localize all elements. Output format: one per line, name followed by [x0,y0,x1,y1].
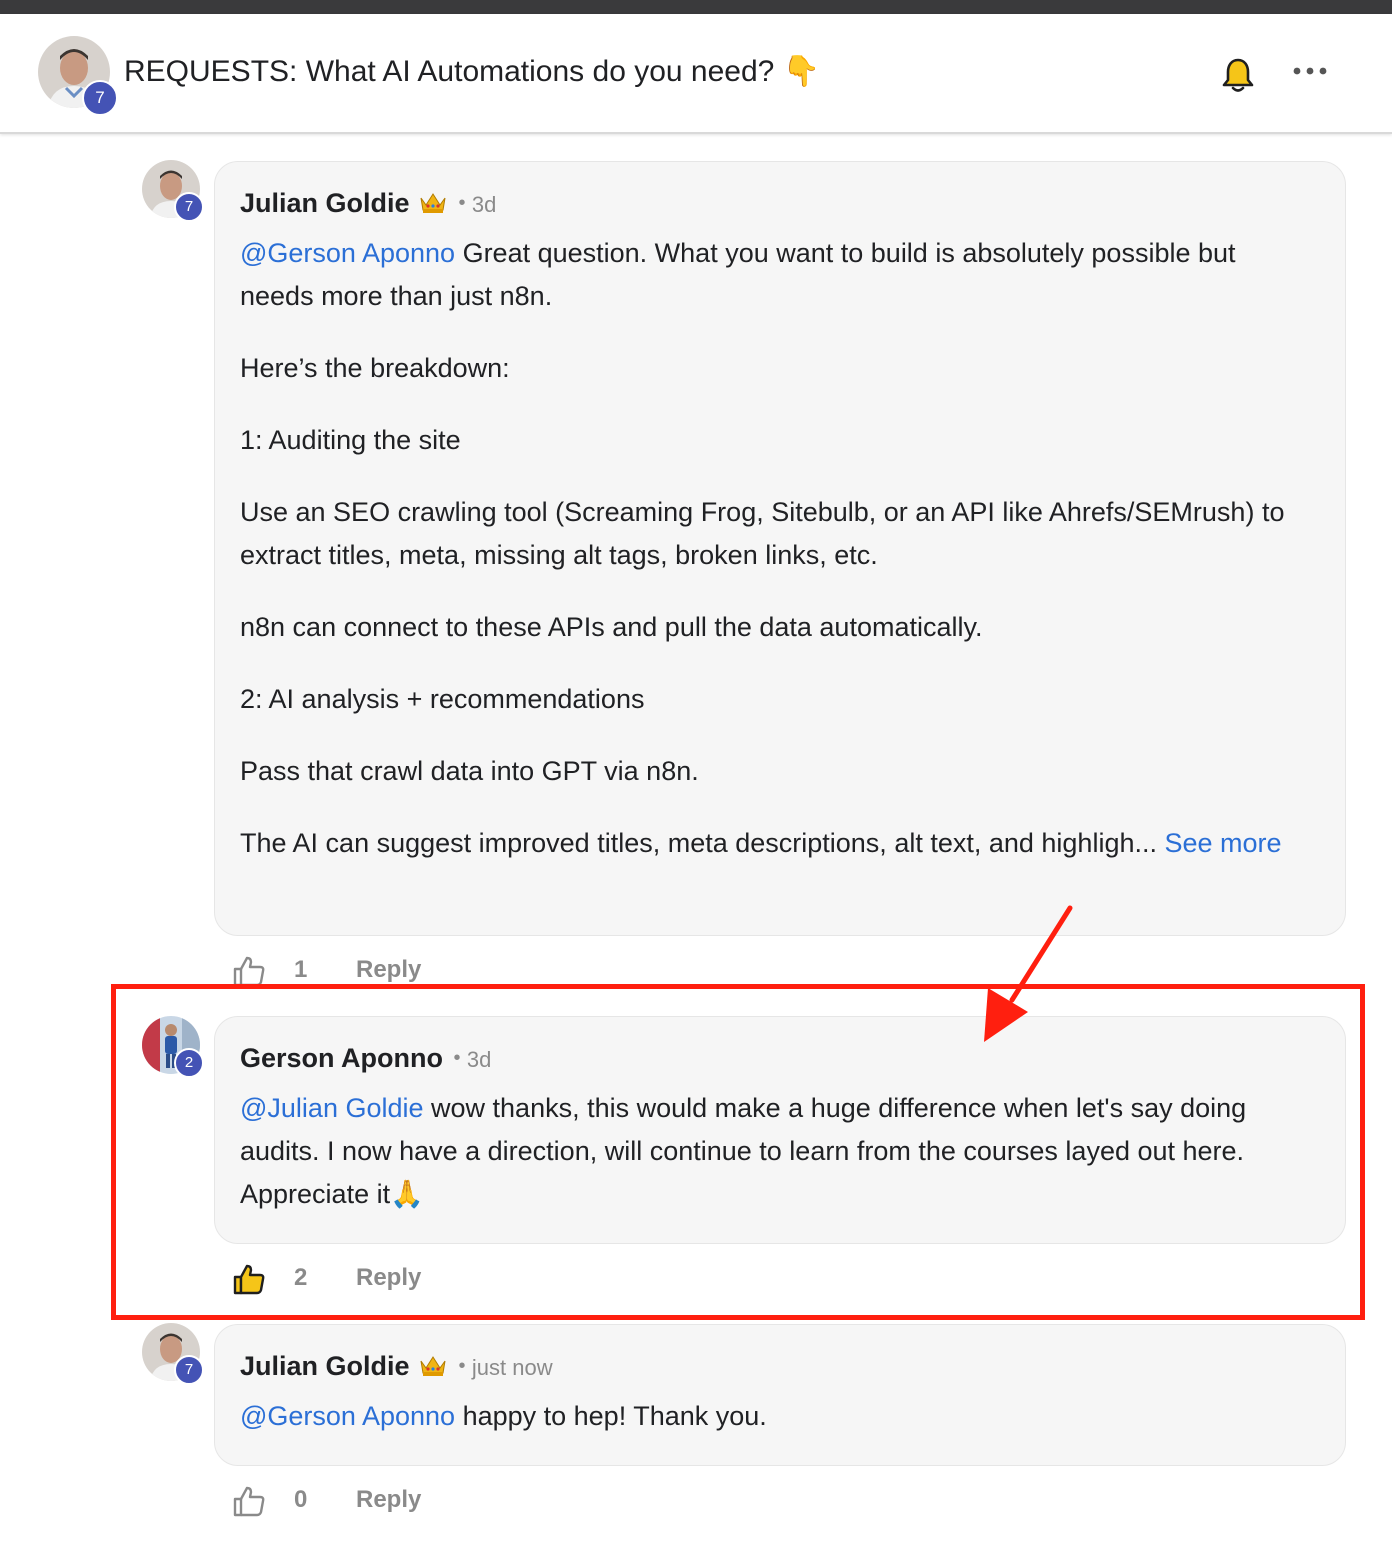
comment-paragraph: The AI can suggest improved titles, meta… [240,828,1282,858]
comment-header: Julian Goldie • 3d [240,188,496,219]
reply-button[interactable]: Reply [356,1486,421,1514]
comment-bubble: Julian Goldie • 3d @Gerson Aponno Great … [214,161,1346,936]
comment-paragraph: 2: AI analysis + recommendations [240,684,645,714]
thumbs-up-icon[interactable] [232,1484,266,1518]
thumbs-up-icon[interactable] [232,954,266,988]
comment-paragraph: Use an SEO crawling tool (Screaming Frog… [240,497,1285,570]
like-count: 1 [294,956,308,983]
crown-icon [420,1356,446,1376]
separator-dot: • [458,192,466,214]
reply-button[interactable]: Reply [356,956,421,984]
post-author-avatar[interactable]: 7 [38,36,118,116]
mention-link[interactable]: @Gerson Aponno [240,1401,455,1431]
comment-body: @Gerson Aponno Great question. What you … [240,232,1307,894]
mention-link[interactable]: @Gerson Aponno [240,238,455,268]
comment-paragraph: n8n can connect to these APIs and pull t… [240,612,983,642]
level-badge: 7 [174,1355,204,1385]
comment-bubble: Julian Goldie • just now @Gerson Aponno … [214,1324,1346,1466]
bell-icon[interactable] [1220,56,1256,94]
comment-author-name[interactable]: Julian Goldie [240,1351,410,1381]
post-header: 7 REQUESTS: What AI Automations do you n… [0,14,1392,134]
post-title: REQUESTS: What AI Automations do you nee… [124,55,821,88]
comment-paragraph: 1: Auditing the site [240,425,461,455]
more-horizontal-icon[interactable] [1292,64,1328,78]
see-more-link[interactable]: See more [1165,828,1282,858]
comment-paragraph: @Gerson Aponno Great question. What you … [240,238,1236,311]
comment-author-avatar[interactable]: 7 [142,160,204,222]
separator-dot: • [458,1355,466,1377]
like-count: 0 [294,1486,308,1513]
comment-paragraph: Here’s the breakdown: [240,353,510,383]
level-badge: 7 [174,192,204,222]
highlight-annotation-box [111,984,1365,1320]
comment-author-name[interactable]: Julian Goldie [240,188,410,218]
comment-author-avatar[interactable]: 7 [142,1323,204,1385]
comment-paragraph: Pass that crawl data into GPT via n8n. [240,756,699,786]
comment-body: @Gerson Aponno happy to hep! Thank you. [240,1395,1307,1467]
comment-timestamp: 3d [471,192,497,217]
comment-timestamp: just now [471,1355,553,1380]
crown-icon [420,193,446,213]
comment-header: Julian Goldie • just now [240,1351,553,1382]
level-badge: 7 [82,80,118,116]
comment-paragraph: @Gerson Aponno happy to hep! Thank you. [240,1401,767,1431]
window-top-strip [0,0,1392,14]
